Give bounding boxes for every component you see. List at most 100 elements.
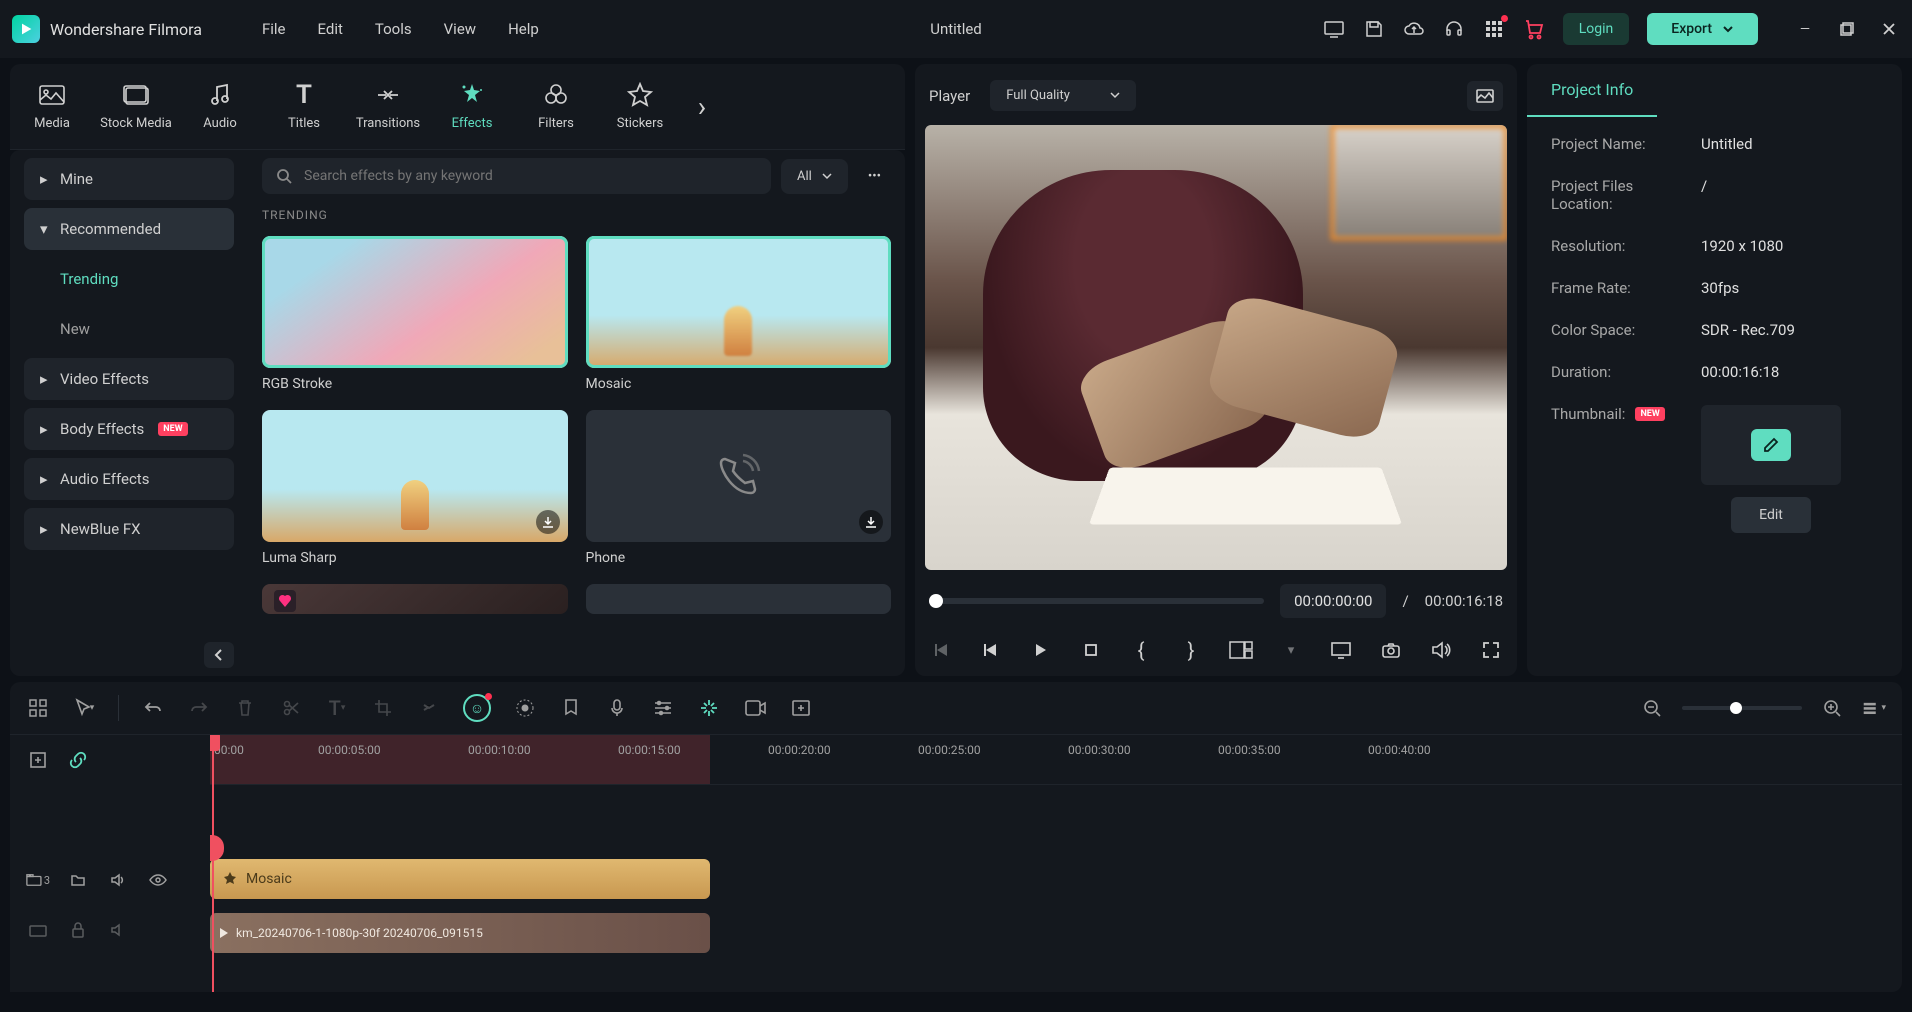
sidebar-item-mine[interactable]: ▸Mine	[24, 158, 234, 200]
mosaic-overlay[interactable]	[1331, 125, 1507, 240]
mute-button[interactable]	[106, 918, 130, 942]
mixer-button[interactable]	[651, 696, 675, 720]
info-value: /	[1701, 177, 1707, 213]
close-button[interactable]	[1878, 18, 1900, 40]
thumbnail-preview[interactable]	[1701, 405, 1841, 485]
stock-media-icon	[120, 82, 152, 108]
undo-button[interactable]	[141, 696, 165, 720]
export-button[interactable]: Export	[1647, 13, 1758, 45]
link-button[interactable]	[66, 748, 90, 772]
menu-tools[interactable]: Tools	[375, 20, 412, 38]
seek-slider[interactable]	[929, 598, 1264, 604]
filter-dropdown[interactable]: All	[781, 159, 848, 194]
search-box[interactable]	[262, 158, 771, 194]
minimize-button[interactable]: —	[1794, 18, 1816, 40]
tab-stickers[interactable]: Stickers	[598, 72, 682, 141]
video-preview[interactable]	[925, 125, 1507, 570]
zoom-out-button[interactable]	[1640, 696, 1664, 720]
chevron-down-icon[interactable]: ▾	[1279, 638, 1303, 662]
tab-titles[interactable]: TTitles	[262, 72, 346, 141]
timeline-tracks[interactable]: 00:00 00:00:05:00 00:00:10:00 00:00:15:0…	[210, 735, 1902, 992]
effect-thumb	[262, 584, 568, 614]
sidebar-collapse-button[interactable]	[204, 642, 234, 668]
presentation-icon[interactable]	[1323, 18, 1345, 40]
tab-audio[interactable]: Audio	[178, 72, 262, 141]
prev-frame-button[interactable]	[929, 638, 953, 662]
volume-icon[interactable]	[1429, 638, 1453, 662]
caret-right-icon: ▸	[40, 374, 50, 384]
effect-card[interactable]: Mosaic	[586, 236, 892, 392]
zoom-in-button[interactable]	[1820, 696, 1844, 720]
timeline-ruler[interactable]: 00:00 00:00:05:00 00:00:10:00 00:00:15:0…	[210, 735, 1902, 785]
cart-icon[interactable]	[1523, 18, 1545, 40]
save-icon[interactable]	[1363, 18, 1385, 40]
sidebar-item-video-effects[interactable]: ▸Video Effects	[24, 358, 234, 400]
menu-edit[interactable]: Edit	[317, 20, 342, 38]
sidebar-sub-new[interactable]: New	[24, 308, 234, 350]
tab-effects[interactable]: Effects	[430, 72, 514, 141]
effect-card[interactable]: RGB Stroke	[262, 236, 568, 392]
search-input[interactable]	[304, 168, 757, 184]
layout-dropdown[interactable]	[1229, 638, 1253, 662]
view-mode-button[interactable]: ▾	[1862, 696, 1886, 720]
tab-media[interactable]: Media	[10, 72, 94, 141]
tab-transitions[interactable]: Transitions	[346, 72, 430, 141]
quality-dropdown[interactable]: Full Quality	[990, 80, 1136, 111]
fullscreen-icon[interactable]	[1479, 638, 1503, 662]
clip-video[interactable]: km_20240706-1-1080p-30f 20240706_091515	[210, 913, 710, 953]
track-icon[interactable]	[26, 918, 50, 942]
info-label: Color Space:	[1551, 321, 1681, 339]
headset-icon[interactable]	[1443, 18, 1465, 40]
current-time[interactable]: 00:00:00:00	[1280, 584, 1386, 618]
ai-button[interactable]: ☺	[463, 694, 491, 722]
selection-tool[interactable]	[26, 696, 50, 720]
add-track-button[interactable]	[26, 748, 50, 772]
effect-card[interactable]: Luma Sharp	[262, 410, 568, 566]
folder-icon[interactable]	[66, 868, 90, 892]
step-back-button[interactable]	[979, 638, 1003, 662]
clip-mosaic[interactable]: Mosaic	[210, 859, 710, 899]
play-button[interactable]	[1029, 638, 1053, 662]
sidebar-item-recommended[interactable]: ▾Recommended	[24, 208, 234, 250]
render-button[interactable]	[697, 696, 721, 720]
effect-card[interactable]	[586, 584, 892, 614]
effect-card[interactable]: Phone	[586, 410, 892, 566]
stop-button[interactable]	[1079, 638, 1103, 662]
project-info-tab[interactable]: Project Info	[1527, 64, 1657, 117]
login-button[interactable]: Login	[1563, 13, 1630, 45]
sidebar-item-body-effects[interactable]: ▸Body EffectsNEW	[24, 408, 234, 450]
playhead[interactable]	[212, 735, 214, 992]
visibility-button[interactable]	[146, 868, 170, 892]
mute-button[interactable]	[106, 868, 130, 892]
effect-clip-icon	[222, 871, 238, 887]
mic-button[interactable]	[605, 696, 629, 720]
more-button[interactable]: •••	[858, 159, 891, 194]
sidebar-item-audio-effects[interactable]: ▸Audio Effects	[24, 458, 234, 500]
maximize-button[interactable]	[1836, 18, 1858, 40]
tab-stock-media[interactable]: Stock Media	[94, 72, 178, 141]
lock-button[interactable]	[66, 918, 90, 942]
sidebar-item-newblue[interactable]: ▸NewBlue FX	[24, 508, 234, 550]
zoom-slider[interactable]	[1682, 706, 1802, 710]
mark-out-button[interactable]: }	[1179, 638, 1203, 662]
effect-card[interactable]	[262, 584, 568, 614]
track-icon[interactable]: 3	[26, 868, 50, 892]
camera-icon[interactable]	[1379, 638, 1403, 662]
pointer-tool[interactable]: ▾	[72, 696, 96, 720]
tabs-more[interactable]: ›	[682, 84, 722, 130]
color-button[interactable]	[513, 696, 537, 720]
menu-file[interactable]: File	[262, 20, 286, 38]
mark-in-button[interactable]: {	[1129, 638, 1153, 662]
edit-thumbnail-button[interactable]: Edit	[1731, 497, 1811, 533]
sidebar-sub-trending[interactable]: Trending	[24, 258, 234, 300]
display-icon[interactable]	[1329, 638, 1353, 662]
record-button[interactable]	[743, 696, 767, 720]
menu-help[interactable]: Help	[508, 20, 539, 38]
add-media-button[interactable]	[789, 696, 813, 720]
menu-view[interactable]: View	[444, 20, 476, 38]
snapshot-button[interactable]	[1467, 81, 1503, 111]
apps-icon[interactable]	[1483, 18, 1505, 40]
tab-filters[interactable]: Filters	[514, 72, 598, 141]
cloud-icon[interactable]	[1403, 18, 1425, 40]
marker-button[interactable]	[559, 696, 583, 720]
